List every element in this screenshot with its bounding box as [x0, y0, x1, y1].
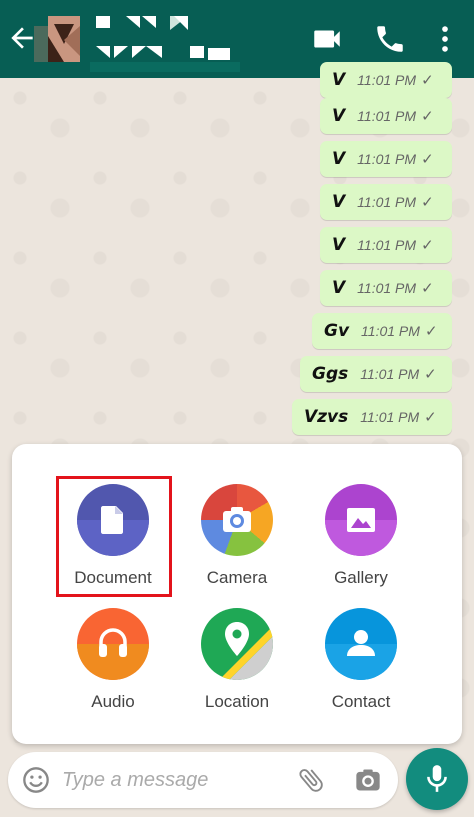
- emoji-icon[interactable]: [22, 766, 50, 794]
- message-bubble[interactable]: V 11:01 PM ✓: [320, 227, 452, 263]
- attach-gallery-button[interactable]: Gallery: [296, 484, 426, 588]
- message-text: Ggs: [312, 364, 349, 384]
- message-text: Vzvs: [304, 407, 349, 427]
- attach-contact-button[interactable]: Contact: [296, 608, 426, 712]
- message-bubble[interactable]: Ggs 11:01 PM ✓: [300, 356, 452, 392]
- message-text: Gv: [324, 321, 350, 341]
- camera-icon[interactable]: [354, 766, 382, 794]
- attach-label: Camera: [206, 568, 268, 587]
- message-bubble[interactable]: V 11:01 PM ✓: [320, 141, 452, 177]
- sent-tick-icon: ✓: [424, 409, 437, 426]
- message-time: 11:01 PM: [357, 237, 417, 253]
- message-time: 11:01 PM: [357, 72, 417, 88]
- message-time: 11:01 PM: [361, 323, 420, 339]
- attach-label: Location: [204, 692, 270, 711]
- message-input-bar[interactable]: Type a message: [8, 752, 398, 808]
- message-time: 11:01 PM: [360, 366, 420, 382]
- contact-name-pixelated[interactable]: [90, 12, 240, 72]
- message-time: 11:01 PM: [360, 409, 420, 425]
- mic-button[interactable]: [406, 748, 468, 810]
- attach-audio-button[interactable]: Audio: [48, 608, 178, 712]
- message-bubble[interactable]: Vzvs 11:01 PM ✓: [292, 399, 452, 435]
- attach-label: Audio: [91, 692, 135, 711]
- attach-location-button[interactable]: Location: [172, 608, 302, 712]
- message-input[interactable]: Type a message: [62, 769, 208, 792]
- message-bubble[interactable]: Gv 11:01 PM ✓: [312, 313, 452, 349]
- message-bubble[interactable]: V 11:01 PM ✓: [320, 270, 452, 306]
- message-time: 11:01 PM: [357, 151, 417, 167]
- message-text: V: [332, 106, 346, 126]
- camera-icon: [201, 484, 273, 556]
- sent-tick-icon: ✓: [421, 72, 434, 89]
- sent-tick-icon: ✓: [421, 151, 434, 168]
- sent-tick-icon: ✓: [421, 237, 434, 254]
- contact-icon: [325, 608, 397, 680]
- message-time: 11:01 PM: [357, 280, 417, 296]
- attach-label: Gallery: [334, 568, 388, 587]
- video-call-icon[interactable]: [310, 22, 344, 56]
- attach-camera-button[interactable]: Camera: [172, 484, 302, 588]
- message-text: V: [332, 235, 346, 255]
- sent-tick-icon: ✓: [421, 108, 434, 125]
- headphones-icon: [77, 608, 149, 680]
- gallery-icon: [325, 484, 397, 556]
- message-time: 11:01 PM: [357, 108, 417, 124]
- sent-tick-icon: ✓: [421, 280, 434, 297]
- message-bubble[interactable]: V 11:01 PM ✓: [320, 184, 452, 220]
- message-time: 11:01 PM: [357, 194, 417, 210]
- message-text: V: [332, 70, 346, 90]
- message-text: V: [332, 192, 346, 212]
- message-bubble[interactable]: V 11:01 PM ✓: [320, 98, 452, 134]
- message-bubble[interactable]: V 11:01 PM ✓: [320, 62, 452, 98]
- message-text: V: [332, 149, 346, 169]
- attach-icon[interactable]: [296, 765, 326, 795]
- attach-label: Contact: [331, 692, 391, 711]
- location-icon: [201, 608, 273, 680]
- sent-tick-icon: ✓: [424, 366, 437, 383]
- phone-icon[interactable]: [373, 22, 407, 56]
- sent-tick-icon: ✓: [421, 194, 434, 211]
- document-highlight-box: [56, 476, 172, 597]
- avatar[interactable]: [34, 16, 80, 62]
- sent-tick-icon: ✓: [424, 323, 438, 340]
- message-text: V: [332, 278, 346, 298]
- mic-icon: [427, 765, 447, 792]
- more-vert-icon[interactable]: [428, 22, 462, 56]
